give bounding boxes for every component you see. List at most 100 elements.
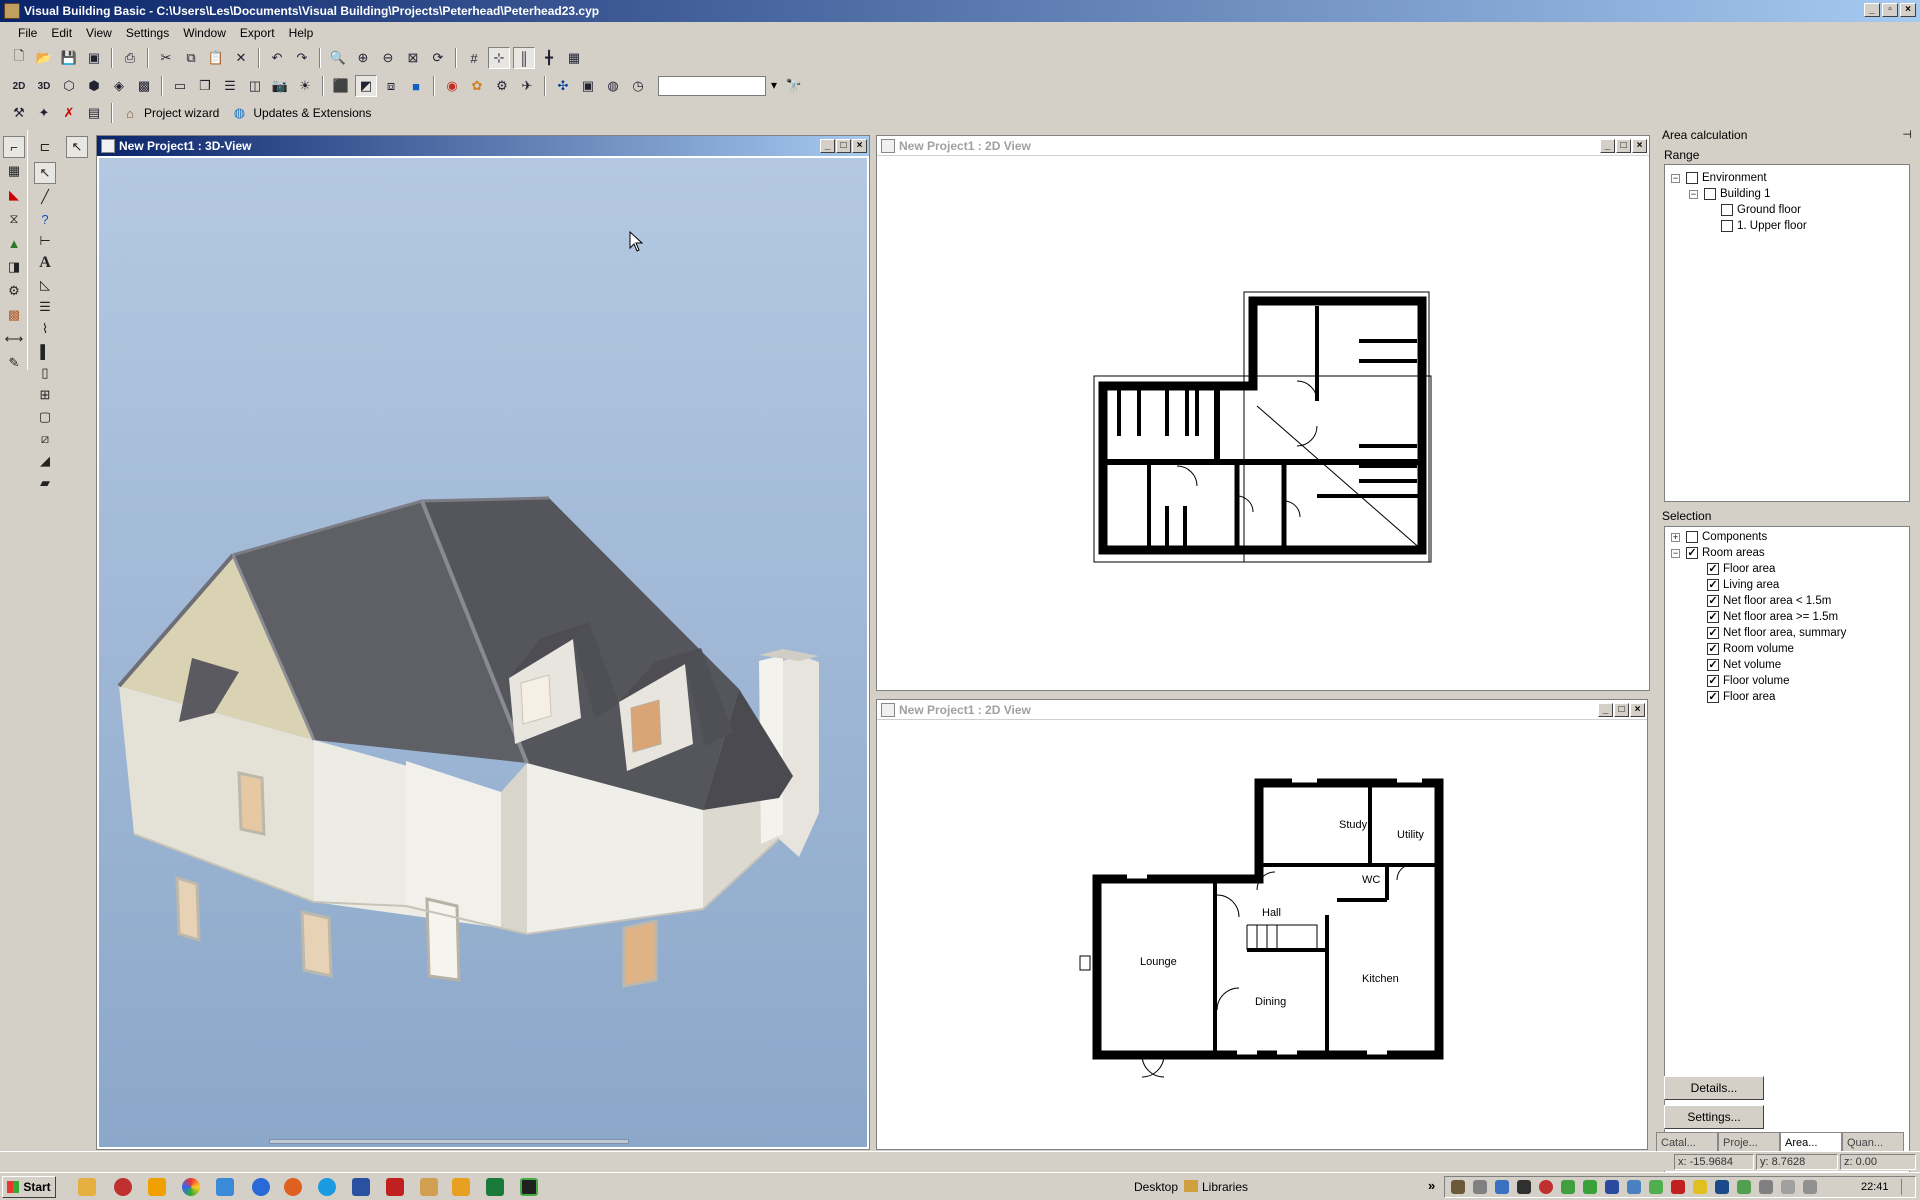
tree-node-floor-area[interactable]: ✓ Floor area xyxy=(1707,561,1775,577)
close-button[interactable]: × xyxy=(1900,3,1916,17)
line-icon[interactable]: ╱ xyxy=(34,186,56,208)
checkbox[interactable] xyxy=(1721,220,1733,232)
tray-network-icon[interactable] xyxy=(1759,1180,1773,1194)
color-icon[interactable]: ■ xyxy=(405,75,427,97)
tray-alert-icon[interactable] xyxy=(1693,1180,1707,1194)
clock[interactable]: 22:41 xyxy=(1861,1181,1889,1193)
roof-icon[interactable]: ◣ xyxy=(3,184,25,206)
shaded-icon[interactable]: ◈ xyxy=(108,75,130,97)
checkbox-checked[interactable]: ✓ xyxy=(1707,675,1719,687)
expand-icon[interactable]: + xyxy=(1671,532,1680,542)
plan-upper-minimize[interactable]: _ xyxy=(1600,139,1615,153)
ie-icon[interactable] xyxy=(252,1178,270,1196)
texture-icon[interactable]: ▩ xyxy=(133,75,155,97)
redo-icon[interactable]: ↷ xyxy=(291,47,313,69)
explorer-icon[interactable] xyxy=(78,1178,96,1196)
floor-grid-icon[interactable]: ▦ xyxy=(3,160,25,182)
plan-ground-window[interactable]: New Project1 : 2D View _ □ × Study Utili… xyxy=(876,699,1648,1150)
zoom-extents-icon[interactable]: ⊠ xyxy=(402,47,424,69)
menu-edit[interactable]: Edit xyxy=(45,24,78,42)
view-combo[interactable] xyxy=(658,76,777,96)
wireframe-icon[interactable]: ⬡ xyxy=(58,75,80,97)
tree-node-building[interactable]: − Building 1 xyxy=(1689,186,1771,202)
tab-quantities[interactable]: Quan... xyxy=(1842,1132,1904,1152)
minimize-button[interactable]: _ xyxy=(1864,3,1880,17)
checkbox[interactable] xyxy=(1686,531,1698,543)
view3d-minimize[interactable]: _ xyxy=(820,139,835,153)
desktop-toolbar[interactable]: Desktop xyxy=(1134,1180,1178,1194)
checkbox-checked[interactable]: ✓ xyxy=(1707,579,1719,591)
slab-icon[interactable]: ▰ xyxy=(34,472,56,494)
view3d-canvas[interactable] xyxy=(99,158,867,1147)
window-cascade-icon[interactable]: ❐ xyxy=(194,75,216,97)
snap-icon[interactable]: ⊹ xyxy=(488,47,510,69)
tray-security-icon[interactable] xyxy=(1539,1180,1553,1194)
grid-icon[interactable]: # xyxy=(463,47,485,69)
plan-ground-maximize[interactable]: □ xyxy=(1614,703,1629,717)
print-icon[interactable]: ⎙ xyxy=(119,47,141,69)
walkthrough-icon[interactable]: ✈ xyxy=(516,75,538,97)
checkbox-checked[interactable]: ✓ xyxy=(1707,691,1719,703)
polyline-icon[interactable]: ⌇ xyxy=(34,318,56,340)
tray-update-icon[interactable] xyxy=(1561,1180,1575,1194)
view3d-maximize[interactable]: □ xyxy=(836,139,851,153)
window-icon[interactable]: ⊞ xyxy=(34,384,56,406)
tab-project[interactable]: Proje... xyxy=(1718,1132,1780,1152)
zoom-out-icon[interactable]: ⊖ xyxy=(377,47,399,69)
layers-icon[interactable]: ▦ xyxy=(563,47,585,69)
remove-icon[interactable]: ✗ xyxy=(58,102,80,124)
column-icon[interactable]: ▌ xyxy=(34,340,56,362)
objects-icon[interactable]: ⚙ xyxy=(491,75,513,97)
player-icon[interactable] xyxy=(148,1178,166,1196)
select-arrow-icon[interactable]: ↖ xyxy=(66,136,88,158)
chrome-icon[interactable] xyxy=(182,1178,200,1196)
plan-upper-titlebar[interactable]: New Project1 : 2D View _ □ × xyxy=(877,136,1649,156)
checkbox[interactable] xyxy=(1704,188,1716,200)
tools-icon[interactable]: ⚒ xyxy=(8,102,30,124)
tray-display-icon[interactable] xyxy=(1715,1180,1729,1194)
tree-node-floor-volume[interactable]: ✓ Floor volume xyxy=(1707,673,1789,689)
cut-icon[interactable]: ✂ xyxy=(155,47,177,69)
tray-monitor-icon[interactable] xyxy=(1605,1180,1619,1194)
start-button[interactable]: Start xyxy=(2,1176,56,1198)
plan-upper-maximize[interactable]: □ xyxy=(1616,139,1631,153)
skype-icon[interactable] xyxy=(318,1178,336,1196)
tool-app-icon[interactable] xyxy=(420,1178,438,1196)
tray-app-icon[interactable] xyxy=(1451,1180,1465,1194)
zoom-in-icon[interactable]: ⊕ xyxy=(352,47,374,69)
tree-node-environment[interactable]: − Environment xyxy=(1671,170,1767,186)
cube-icon[interactable]: ⬛ xyxy=(330,75,352,97)
firefox-icon[interactable] xyxy=(284,1178,302,1196)
menu-file[interactable]: File xyxy=(12,24,43,42)
collapse-icon[interactable]: − xyxy=(1689,189,1698,199)
taskbar-chevron[interactable]: » xyxy=(1428,1178,1435,1193)
refresh-icon[interactable]: ⟳ xyxy=(427,47,449,69)
menu-window[interactable]: Window xyxy=(177,24,232,42)
door-icon[interactable]: ▯ xyxy=(34,362,56,384)
ground-floor-plan[interactable]: Study Utility WC Hall Lounge Dining Kitc… xyxy=(877,720,1647,1149)
tree-node-components[interactable]: + Components xyxy=(1671,529,1767,545)
checkbox[interactable] xyxy=(1721,204,1733,216)
calculator-icon[interactable]: ▤ xyxy=(83,102,105,124)
plan-ground-minimize[interactable]: _ xyxy=(1598,703,1613,717)
view3d-titlebar[interactable]: New Project1 : 3D-View _ □ × xyxy=(97,136,869,156)
globe-update-icon[interactable]: ◍ xyxy=(228,102,250,124)
restore-button[interactable]: ▫ xyxy=(1882,3,1898,17)
opening-icon[interactable]: ▢ xyxy=(34,406,56,428)
plan-upper-window[interactable]: New Project1 : 2D View _ □ × xyxy=(876,135,1650,691)
ortho-icon[interactable]: ╋ xyxy=(538,47,560,69)
settings-gear-icon[interactable]: ⚙ xyxy=(3,280,25,302)
globe-icon[interactable]: ◍ xyxy=(602,75,624,97)
tray-nvidia-icon[interactable] xyxy=(1737,1180,1751,1194)
checkbox-checked[interactable]: ✓ xyxy=(1686,547,1698,559)
tray-antivirus-icon[interactable] xyxy=(1671,1180,1685,1194)
tree-node-room-volume[interactable]: ✓ Room volume xyxy=(1707,641,1794,657)
frame-icon[interactable]: ▣ xyxy=(577,75,599,97)
3d-view-icon[interactable]: 3D xyxy=(33,75,55,97)
tray-power-icon[interactable] xyxy=(1803,1180,1817,1194)
text-icon[interactable]: A xyxy=(34,252,56,274)
menu-view[interactable]: View xyxy=(80,24,118,42)
media-icon[interactable] xyxy=(114,1178,132,1196)
list-icon[interactable]: ☰ xyxy=(34,296,56,318)
render-icon[interactable]: ◉ xyxy=(441,75,463,97)
